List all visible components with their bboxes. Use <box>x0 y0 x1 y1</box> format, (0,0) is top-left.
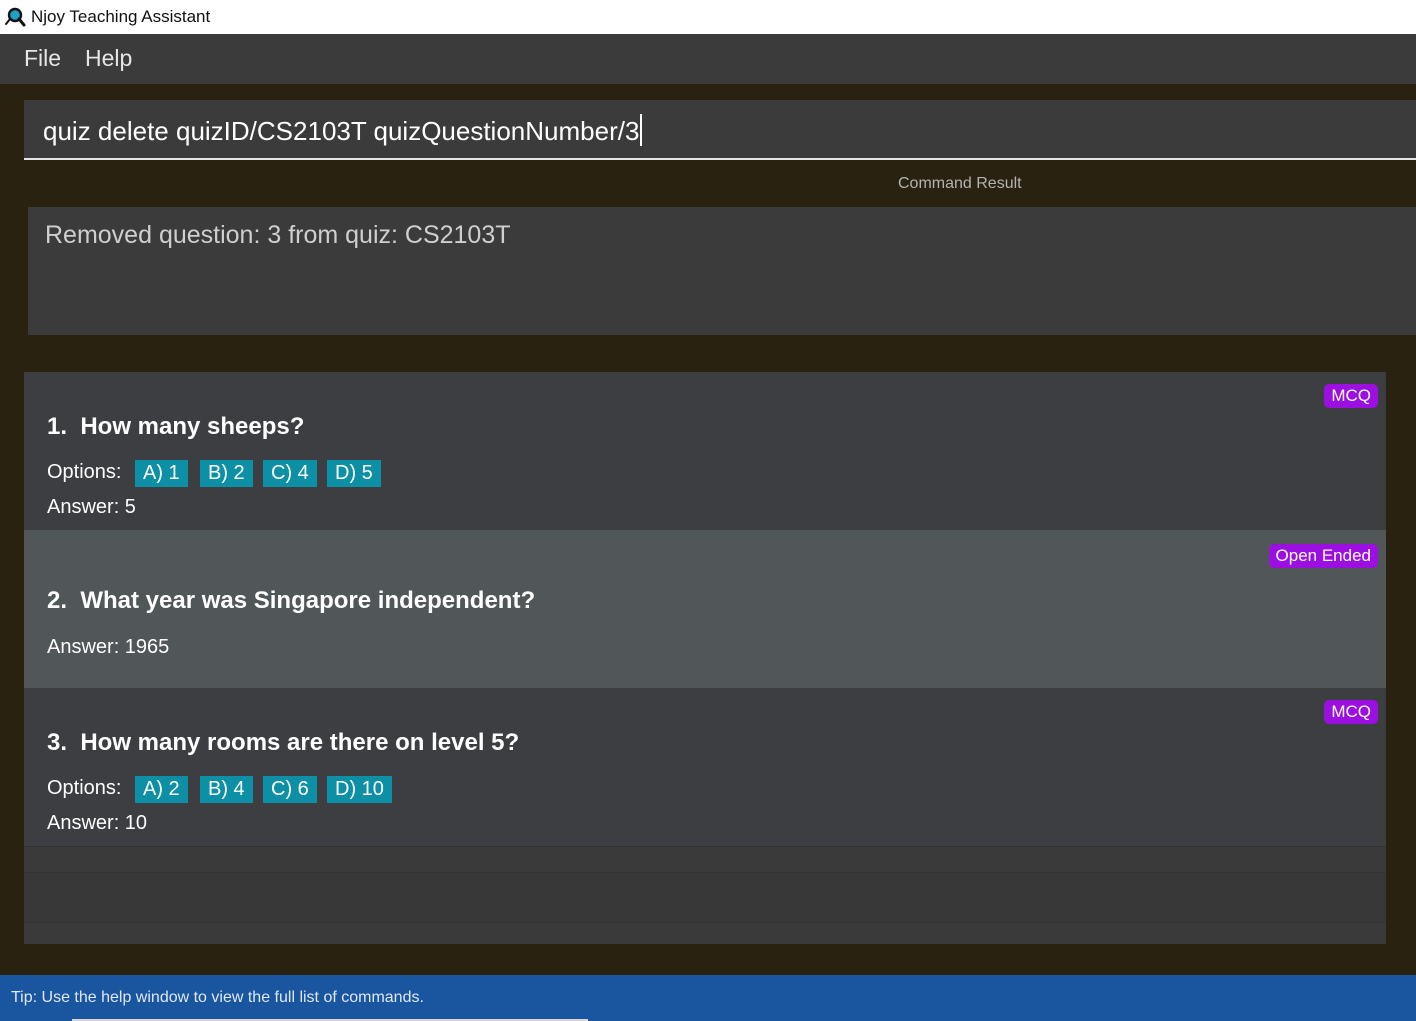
command-box[interactable]: quiz delete quizID/CS2103T quizQuestionN… <box>24 100 1416 160</box>
question-title: 2. What year was Singapore independent? <box>47 587 536 614</box>
answer-text: Answer: 10 <box>47 812 148 834</box>
option-tag: C) 4 <box>263 460 317 487</box>
status-bar: Tip: Use the help window to view the ful… <box>0 975 1416 1021</box>
option-tag: C) 6 <box>263 776 317 803</box>
option-tag: B) 4 <box>200 776 253 803</box>
option-tag: A) 2 <box>135 776 188 803</box>
option-tag: A) 1 <box>135 460 188 487</box>
options-label: Options: <box>47 461 122 483</box>
question-type-badge: MCQ <box>1324 384 1378 408</box>
empty-list-row <box>24 872 1386 922</box>
option-tag: D) 5 <box>327 460 381 487</box>
magnifier-app-icon <box>5 7 26 27</box>
empty-list-row <box>24 922 1386 944</box>
question-title: 1. How many sheeps? <box>47 413 305 440</box>
status-tip: Tip: Use the help window to view the ful… <box>11 989 424 1006</box>
question-list[interactable]: MCQ 1. How many sheeps? Options: A) 1 B)… <box>24 372 1386 944</box>
answer-text: Answer: 1965 <box>47 636 170 658</box>
empty-list-row <box>24 846 1386 872</box>
question-title: 3. How many rooms are there on level 5? <box>47 729 520 756</box>
options-label: Options: <box>47 777 122 799</box>
result-display: Removed question: 3 from quiz: CS2103T <box>28 207 1416 335</box>
window-title: Njoy Teaching Assistant <box>31 7 211 26</box>
menu-bar: File Help <box>0 34 1416 84</box>
menu-help[interactable]: Help <box>85 45 132 72</box>
answer-text: Answer: 5 <box>47 496 136 518</box>
option-tag: D) 10 <box>327 776 392 803</box>
menu-file[interactable]: File <box>24 45 61 72</box>
question-type-badge: MCQ <box>1324 700 1378 724</box>
command-input-text: quiz delete quizID/CS2103T quizQuestionN… <box>43 116 640 146</box>
question-type-badge: Open Ended <box>1268 544 1378 568</box>
text-caret <box>640 114 643 146</box>
question-card[interactable]: MCQ 1. How many sheeps? Options: A) 1 B)… <box>24 372 1386 530</box>
command-result-label: Command Result <box>898 175 1022 192</box>
option-tag: B) 2 <box>200 460 253 487</box>
command-input[interactable]: quiz delete quizID/CS2103T quizQuestionN… <box>43 114 1343 147</box>
question-card[interactable]: MCQ 3. How many rooms are there on level… <box>24 688 1386 846</box>
title-bar: Njoy Teaching Assistant <box>0 0 1416 34</box>
result-text: Removed question: 3 from quiz: CS2103T <box>45 221 511 249</box>
question-card[interactable]: Open Ended 2. What year was Singapore in… <box>24 530 1386 688</box>
